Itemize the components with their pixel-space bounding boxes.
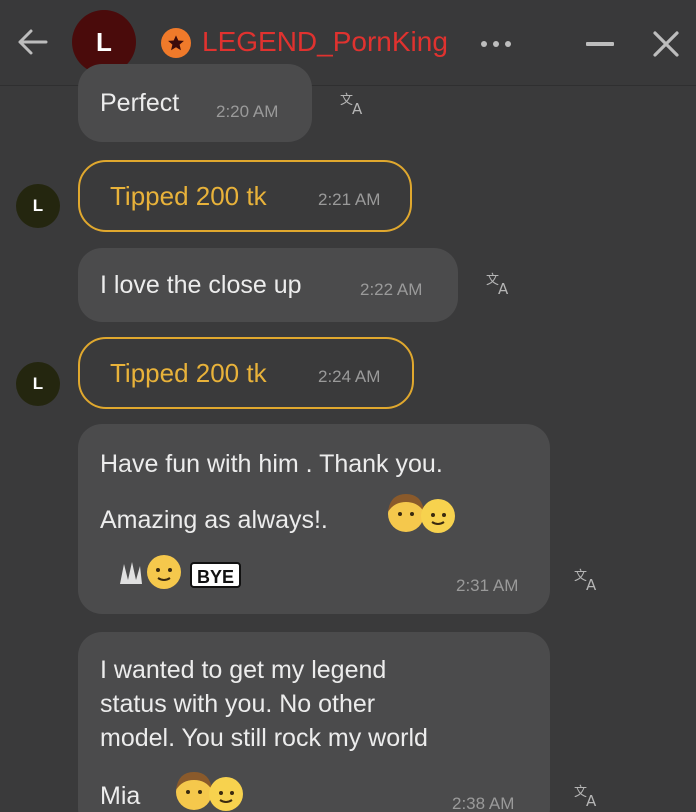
status-badge [161, 28, 191, 58]
message-time: 2:21 AM [318, 190, 381, 209]
hugging-faces-emoji [388, 494, 455, 533]
more-icon [481, 41, 511, 47]
message-bubble[interactable]: I love the close up 2:22 AM [78, 248, 458, 322]
message-time: 2:31 AM [456, 576, 519, 595]
message-bubble[interactable]: I wanted to get my legend status with yo… [78, 632, 550, 812]
translate-icon[interactable]: 文 A [572, 566, 604, 594]
hugging-faces-emoji [176, 772, 243, 811]
sender-avatar[interactable]: L [16, 184, 60, 228]
svg-text:A: A [586, 576, 597, 594]
back-button[interactable] [12, 22, 52, 62]
message-time: 2:38 AM [452, 794, 515, 812]
translate-icon[interactable]: 文 A [338, 90, 370, 118]
svg-text:A: A [352, 100, 363, 118]
message-text-line: Mia [100, 782, 141, 810]
chat-window: L LEGEND_PornKing Perfect 2:20 AM 文 A L … [0, 0, 696, 812]
sender-avatar[interactable]: L [16, 362, 60, 406]
message-text: Perfect [100, 89, 180, 117]
star-icon [168, 35, 184, 51]
bye-sticker: BYE [190, 562, 242, 588]
tip-bubble: Tipped 200 tk 2:24 AM [78, 337, 414, 409]
message-time: 2:20 AM [216, 102, 279, 121]
username[interactable]: LEGEND_PornKing [202, 24, 448, 60]
message-bubble[interactable]: Perfect 2:20 AM [78, 64, 312, 142]
message-text-line: model. You still rock my world [100, 724, 428, 752]
close-icon [653, 31, 679, 57]
close-button[interactable] [646, 24, 686, 64]
minimize-icon [586, 42, 614, 46]
waving-face-emoji [120, 555, 181, 589]
more-button[interactable] [476, 26, 516, 62]
message-text-line: status with you. No other [100, 690, 376, 718]
message-text-line: I wanted to get my legend [100, 656, 387, 684]
message-bubble[interactable]: Have fun with him . Thank you. Amazing a… [78, 424, 550, 614]
translate-icon[interactable]: 文 A [572, 782, 604, 810]
message-text-line: Have fun with him . Thank you. [100, 450, 443, 478]
message-time: 2:24 AM [318, 367, 381, 386]
svg-text:A: A [498, 280, 509, 298]
arrow-left-icon [18, 29, 48, 55]
message-text-line: Amazing as always!. [100, 506, 328, 534]
message-text: I love the close up [100, 271, 302, 299]
tip-text: Tipped 200 tk [110, 181, 267, 211]
minimize-button[interactable] [580, 24, 620, 64]
translate-icon[interactable]: 文 A [484, 270, 516, 298]
svg-text:A: A [586, 792, 597, 810]
tip-bubble: Tipped 200 tk 2:21 AM [78, 160, 412, 232]
tip-text: Tipped 200 tk [110, 358, 267, 388]
message-time: 2:22 AM [360, 280, 423, 299]
